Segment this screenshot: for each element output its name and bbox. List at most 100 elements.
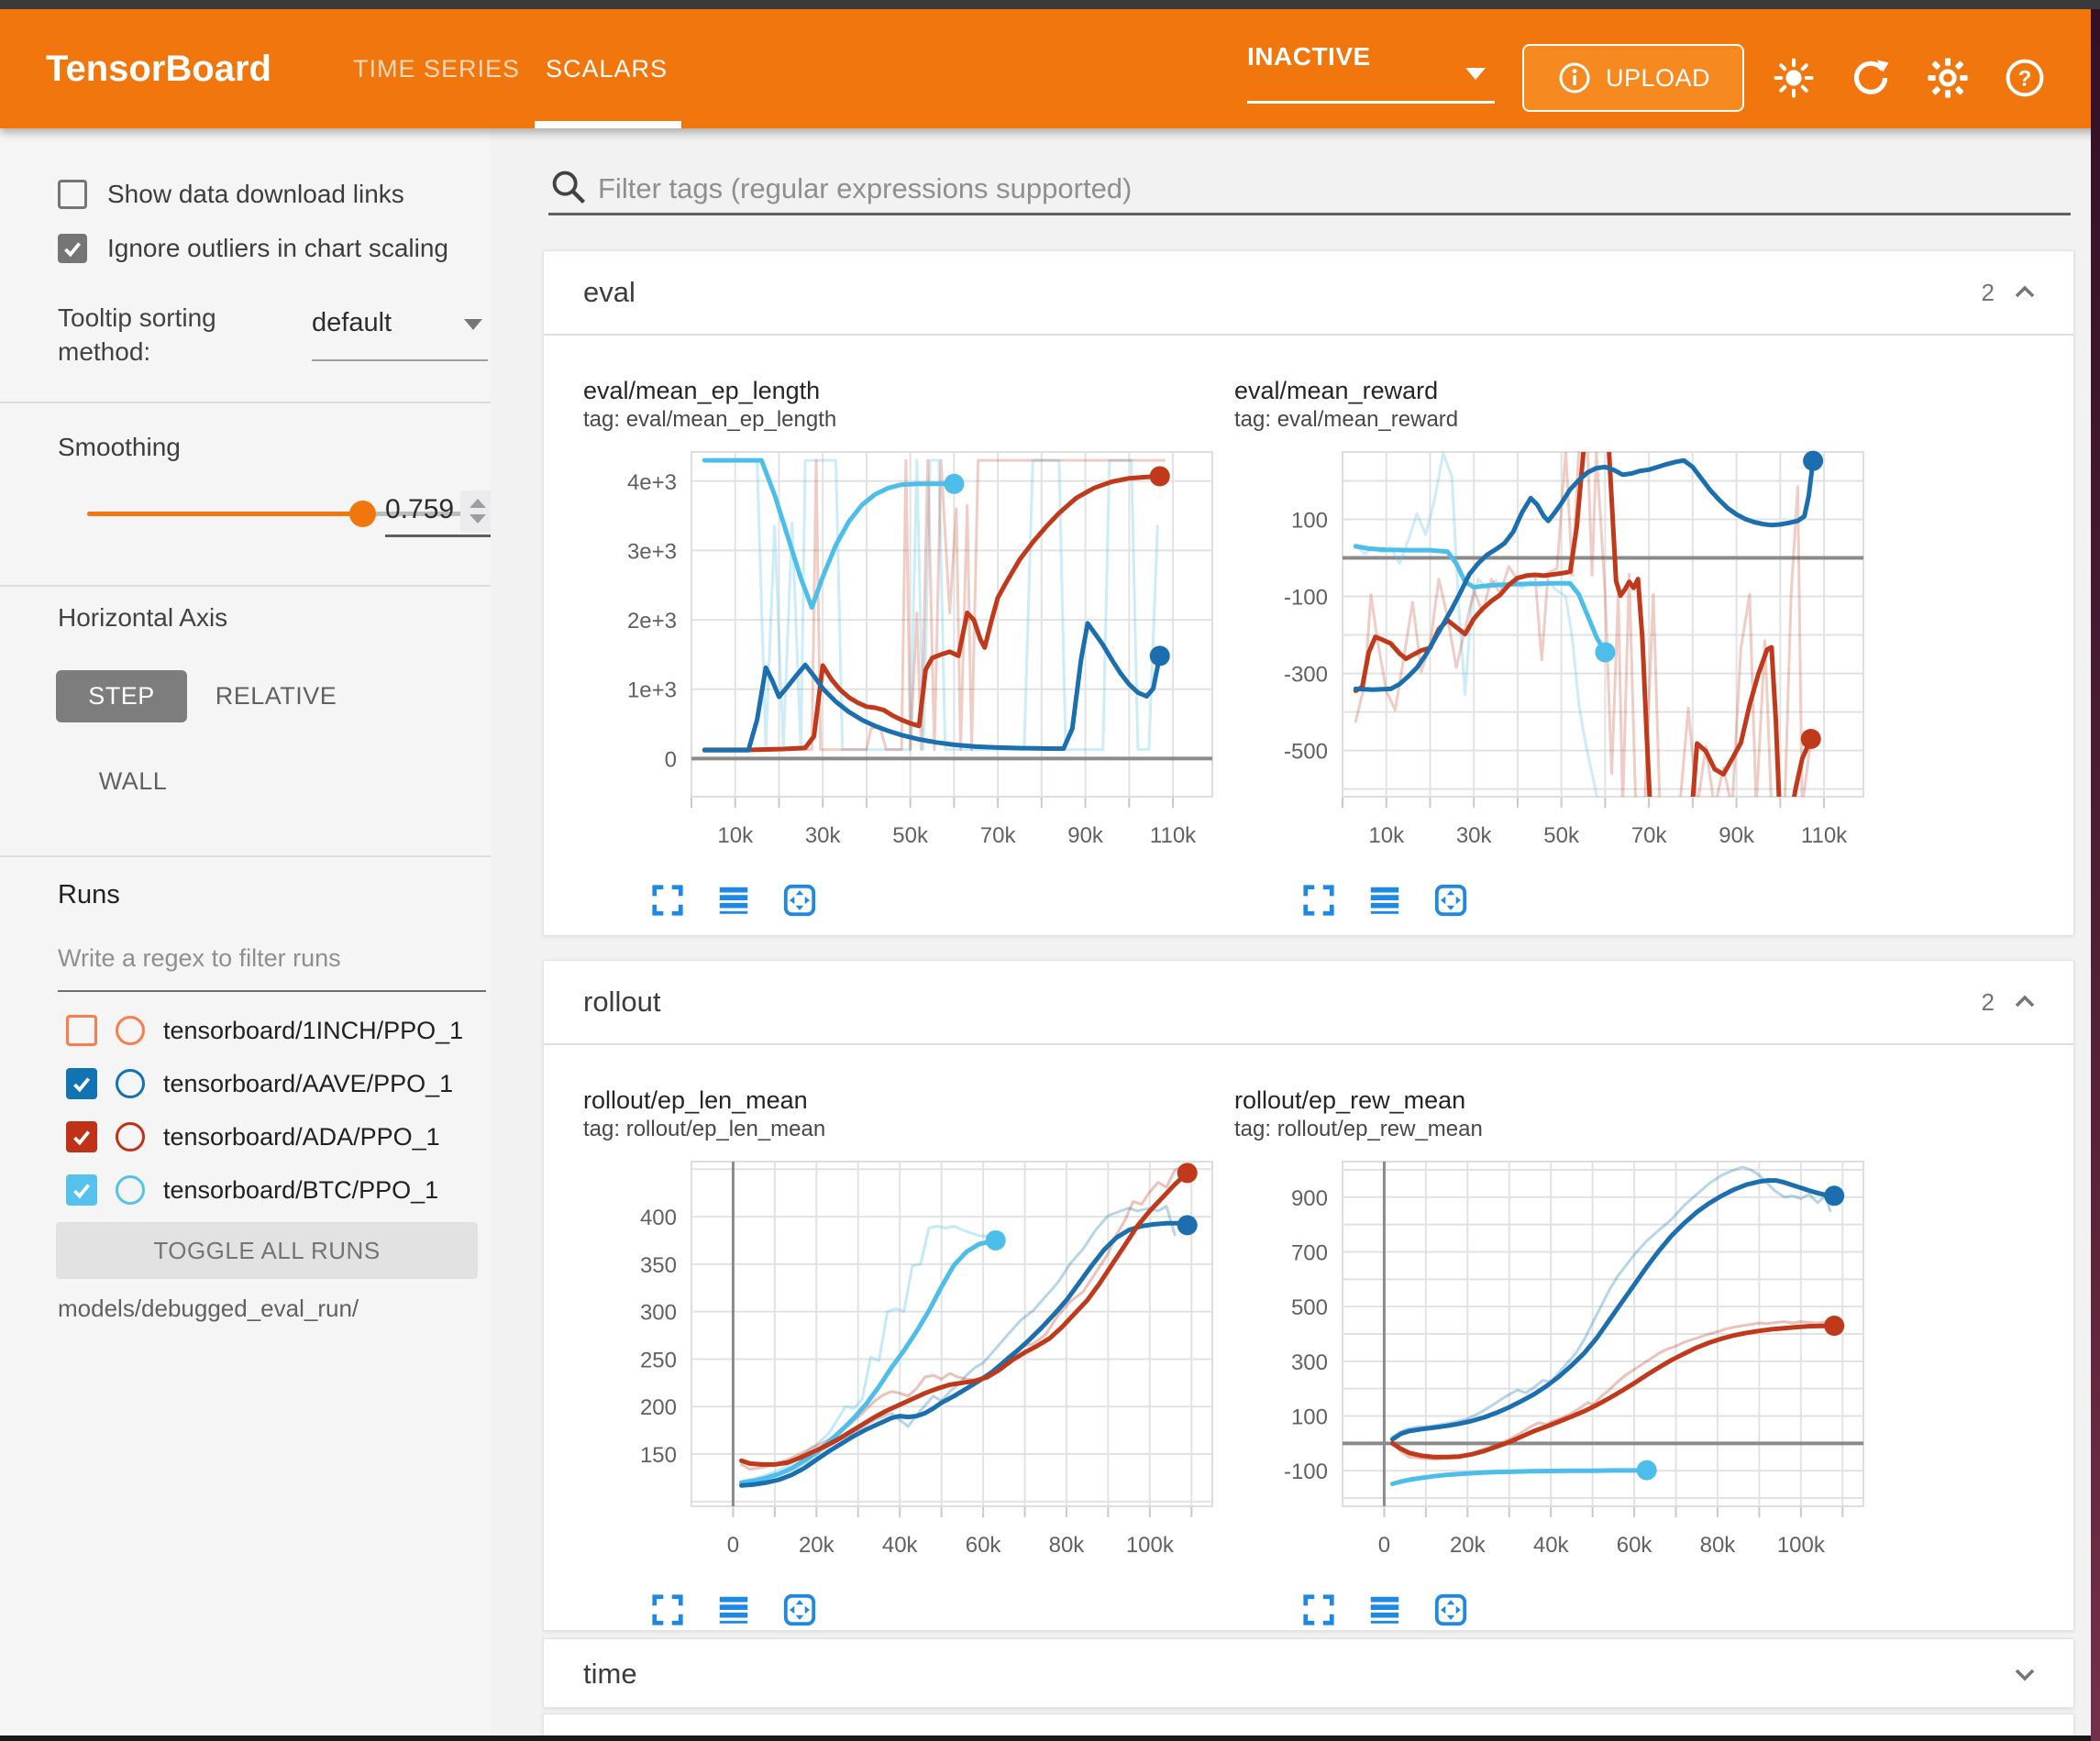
svg-text:-300: -300	[1284, 663, 1328, 688]
run-row[interactable]: tensorboard/BTC/PPO_1	[66, 1170, 488, 1210]
svg-text:-100: -100	[1284, 1460, 1328, 1484]
run-label: tensorboard/1INCH/PPO_1	[163, 1017, 463, 1045]
smoothing-value-field[interactable]: 0.759	[385, 490, 491, 536]
line-chart[interactable]: 100-100-300-50010k30k50k70k90k110k	[1234, 441, 1876, 872]
stepper-arrows[interactable]	[460, 490, 491, 533]
slider-thumb[interactable]	[349, 501, 376, 527]
chevron-down-icon	[464, 319, 482, 330]
run-color-radio[interactable]	[116, 1122, 145, 1151]
section-collapse-toggle[interactable]	[2009, 1639, 2040, 1709]
runs-filter-input[interactable]: Write a regex to filter runs	[58, 944, 341, 973]
checkbox-icon	[58, 234, 87, 263]
chevron-up-icon[interactable]	[2009, 986, 2040, 1018]
chart-toolbar	[649, 882, 1234, 919]
status-dropdown-underline	[1247, 101, 1495, 104]
svg-text:70k: 70k	[980, 823, 1017, 848]
chart-card-eval-mean-ep-length: eval/mean_ep_length tag: eval/mean_ep_le…	[583, 375, 1234, 919]
svg-text:2e+3: 2e+3	[627, 609, 677, 634]
show-download-links-checkbox[interactable]: Show data download links	[58, 178, 489, 211]
expand-chart-icon[interactable]	[1300, 1592, 1337, 1628]
svg-text:-500: -500	[1284, 740, 1328, 765]
axis-option-relative[interactable]: RELATIVE	[218, 670, 334, 722]
run-row[interactable]: tensorboard/ADA/PPO_1	[66, 1117, 488, 1157]
ignore-outliers-checkbox[interactable]: Ignore outliers in chart scaling	[58, 232, 489, 265]
svg-text:200: 200	[640, 1395, 677, 1420]
axis-option-wall[interactable]: WALL	[98, 755, 168, 808]
settings-icon[interactable]	[1922, 52, 1973, 104]
axis-option-step[interactable]: STEP	[56, 670, 187, 722]
line-chart[interactable]: 150200250300350400020k40k60k80k100k	[583, 1151, 1225, 1581]
svg-text:90k: 90k	[1719, 823, 1755, 848]
section-collapse-toggle[interactable]: 2	[1982, 251, 2040, 334]
tooltip-sorting-label: Tooltip sorting method:	[58, 301, 269, 369]
svg-text:250: 250	[640, 1348, 677, 1372]
run-color-radio[interactable]	[116, 1175, 145, 1205]
svg-text:700: 700	[1291, 1240, 1328, 1265]
svg-text:90k: 90k	[1067, 823, 1104, 848]
runs-list-icon[interactable]	[715, 882, 752, 919]
run-row[interactable]: tensorboard/1INCH/PPO_1	[66, 1010, 488, 1051]
chart-title: rollout/ep_len_mean	[583, 1085, 1234, 1116]
svg-text:100k: 100k	[1777, 1533, 1826, 1558]
run-checkbox[interactable]	[66, 1121, 97, 1152]
svg-text:900: 900	[1291, 1186, 1328, 1211]
svg-text:100: 100	[1291, 509, 1328, 534]
help-icon[interactable]: ?	[1999, 52, 2050, 104]
line-chart[interactable]: 01e+32e+33e+34e+310k30k50k70k90k110k	[583, 441, 1225, 872]
brightness-icon[interactable]	[1768, 52, 1819, 104]
fit-domain-icon[interactable]	[781, 1592, 818, 1628]
runs-list-icon[interactable]	[715, 1592, 752, 1628]
tab-time-series[interactable]: TIME SERIES	[353, 9, 520, 128]
svg-text:80k: 80k	[1049, 1533, 1086, 1558]
settings-sidebar: Show data download links Ignore outliers…	[0, 128, 491, 1735]
window-bottom-edge	[0, 1735, 2100, 1741]
chart-toolbar	[1300, 1592, 1885, 1628]
toggle-all-runs-button[interactable]: TOGGLE ALL RUNS	[56, 1222, 478, 1279]
line-chart[interactable]: -100100300500700900020k40k60k80k100k	[1234, 1151, 1876, 1581]
run-checkbox[interactable]	[66, 1174, 97, 1206]
run-checkbox[interactable]	[66, 1068, 97, 1099]
chart-toolbar	[1300, 882, 1885, 919]
svg-text:-100: -100	[1284, 586, 1328, 611]
filter-tags-input[interactable]: Filter tags (regular expressions support…	[598, 172, 1132, 205]
app-title: TensorBoard	[46, 9, 271, 128]
run-color-radio[interactable]	[116, 1016, 145, 1045]
fit-domain-icon[interactable]	[781, 882, 818, 919]
upload-button[interactable]: UPLOAD	[1522, 44, 1744, 112]
status-dropdown-value: INACTIVE	[1247, 9, 1371, 105]
svg-text:110k: 110k	[1150, 823, 1197, 848]
run-label: tensorboard/ADA/PPO_1	[163, 1123, 440, 1151]
tooltip-sorting-value: default	[312, 308, 392, 338]
chevron-up-icon[interactable]	[2009, 277, 2040, 308]
expand-chart-icon[interactable]	[1300, 882, 1337, 919]
svg-text:300: 300	[1291, 1350, 1328, 1375]
run-row[interactable]: tensorboard/AAVE/PPO_1	[66, 1063, 488, 1104]
runs-directory-label: models/debugged_eval_run/	[58, 1295, 359, 1323]
chart-tag: tag: eval/mean_reward	[1234, 406, 1885, 434]
expand-chart-icon[interactable]	[649, 1592, 686, 1628]
chevron-down-icon[interactable]	[2009, 1658, 2040, 1690]
svg-text:50k: 50k	[892, 823, 929, 848]
checkbox-label: Ignore outliers in chart scaling	[107, 234, 448, 263]
chart-title: rollout/ep_rew_mean	[1234, 1085, 1885, 1116]
section-chart-count: 2	[1982, 988, 1995, 1017]
svg-text:0: 0	[727, 1533, 739, 1558]
fit-domain-icon[interactable]	[1432, 1592, 1469, 1628]
runs-list-icon[interactable]	[1366, 1592, 1403, 1628]
section-title: rollout	[583, 961, 660, 1043]
runs-list-icon[interactable]	[1366, 882, 1403, 919]
svg-text:60k: 60k	[1617, 1533, 1653, 1558]
chart-tag: tag: eval/mean_ep_length	[583, 406, 1234, 434]
fit-domain-icon[interactable]	[1432, 882, 1469, 919]
run-checkbox[interactable]	[66, 1015, 97, 1046]
status-dropdown[interactable]: INACTIVE	[1247, 9, 1495, 128]
run-color-radio[interactable]	[116, 1069, 145, 1098]
expand-chart-icon[interactable]	[649, 882, 686, 919]
refresh-icon[interactable]	[1845, 52, 1896, 104]
section-card-partial	[543, 1713, 2074, 1737]
tab-scalars[interactable]: SCALARS	[546, 9, 668, 128]
section-collapse-toggle[interactable]: 2	[1982, 961, 2040, 1043]
run-label: tensorboard/BTC/PPO_1	[163, 1176, 438, 1205]
tooltip-sorting-select[interactable]: default	[312, 308, 488, 363]
svg-text:150: 150	[640, 1443, 677, 1468]
